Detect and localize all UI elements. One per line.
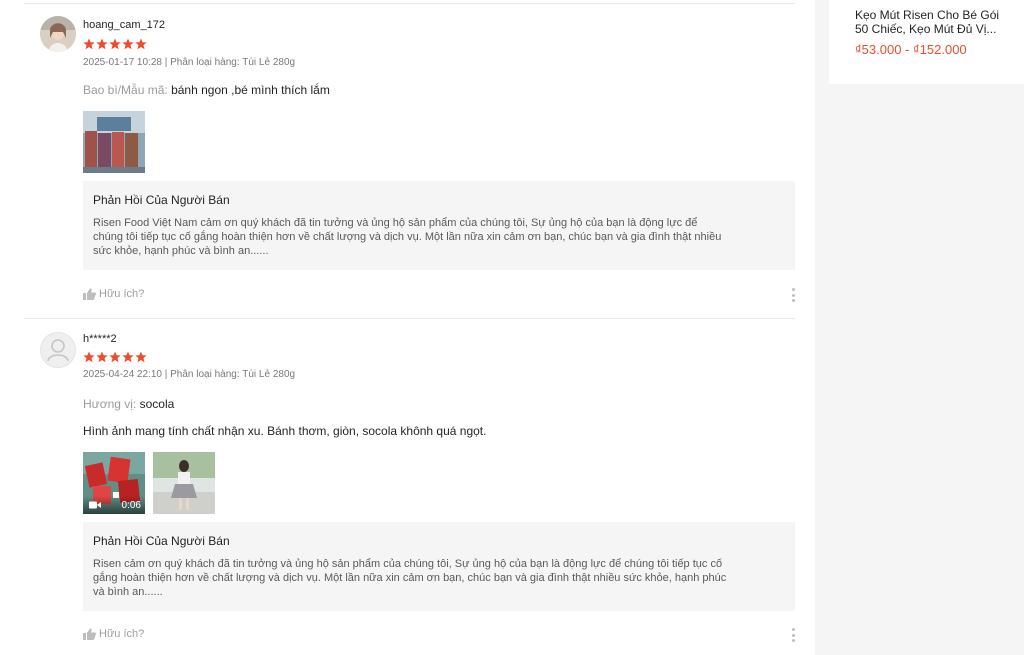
seller-reply-title: Phản Hồi Của Người Bán bbox=[93, 534, 230, 548]
seller-reply-line: chúng tôi tiếp tục cố gắng hoàn thiện hơ… bbox=[93, 231, 722, 243]
star-icon bbox=[109, 38, 121, 50]
dot bbox=[791, 293, 795, 297]
meta-separator: | bbox=[164, 369, 168, 380]
star-icon bbox=[122, 38, 134, 50]
variation-value: Túi Lẻ 280g bbox=[242, 57, 296, 68]
review-username[interactable]: hoang_cam_172 bbox=[83, 19, 165, 31]
more-options-button[interactable] bbox=[790, 288, 796, 302]
product-title-line: Kẹo Mút Risen Cho Bé Gói bbox=[855, 8, 1000, 22]
star-icon bbox=[83, 38, 95, 50]
review-datetime: 2025-04-24 22:10 bbox=[83, 369, 162, 380]
dot bbox=[791, 639, 795, 642]
seller-reply-line: sức khỏe, hạnh phúc và bình an...... bbox=[93, 245, 269, 257]
video-duration: 0:06 bbox=[121, 499, 141, 511]
star-icon bbox=[96, 38, 108, 50]
review-image-thumbnail[interactable] bbox=[83, 111, 145, 173]
helpful-button[interactable]: Hữu ích? bbox=[83, 288, 144, 300]
helpful-button[interactable]: Hữu ích? bbox=[83, 628, 144, 640]
review-meta: 2025-04-24 22:10 | Phân loại hàng: Túi L… bbox=[83, 369, 295, 380]
rating-stars bbox=[83, 351, 147, 363]
review-video-thumbnail[interactable]: 0:06 bbox=[83, 452, 145, 514]
seller-reply: Phản Hồi Của Người Bán Risen Food Việt N… bbox=[83, 181, 795, 270]
seller-reply: Phản Hồi Của Người Bán Risen cảm ơn quý … bbox=[83, 522, 795, 611]
seller-reply-line: Risen cảm ơn quý khách đã tin tưởng và ủ… bbox=[93, 558, 723, 570]
more-vertical-icon bbox=[791, 628, 795, 631]
seller-reply-line: Risen Food Việt Nam cảm ơn quý khách đã … bbox=[93, 217, 698, 229]
variation-value: Túi Lẻ 280g bbox=[242, 369, 296, 380]
review-username[interactable]: h*****2 bbox=[83, 333, 117, 345]
product-title-line: 50 Chiếc, Kẹo Mút Đủ Vị... bbox=[855, 22, 997, 36]
star-icon bbox=[135, 38, 147, 50]
rating-stars bbox=[83, 38, 147, 50]
product-price: ₫53.000 - ₫152.000 bbox=[855, 42, 967, 57]
dot bbox=[791, 299, 795, 302]
seller-reply-text: Risen cảm ơn quý khách đã tin tưởng và ủ… bbox=[93, 557, 783, 599]
review-datetime: 2025-01-17 10:28 bbox=[83, 57, 162, 68]
star-icon bbox=[83, 351, 95, 363]
user-icon bbox=[47, 339, 69, 362]
attribute-key: Hương vị: bbox=[83, 397, 137, 411]
attribute-value: socola bbox=[139, 397, 175, 411]
review-attribute: Bao bì/Mẫu mã: bánh ngon ,bé mình thích … bbox=[83, 83, 330, 97]
review-photo bbox=[153, 452, 215, 514]
review-comment: Hình ảnh mang tính chất nhận xu. Bánh th… bbox=[83, 424, 487, 438]
seller-reply-title: Phản Hồi Của Người Bán bbox=[93, 193, 230, 207]
product-title: Kẹo Mút Risen Cho Bé Gói 50 Chiếc, Kẹo M… bbox=[855, 8, 1015, 36]
seller-reply-text: Risen Food Việt Nam cảm ơn quý khách đã … bbox=[93, 216, 783, 258]
thumbs-up-icon bbox=[83, 288, 96, 300]
product-photo bbox=[83, 111, 145, 173]
star-icon bbox=[122, 351, 134, 363]
more-options-button[interactable] bbox=[790, 628, 796, 642]
review-item: hoang_cam_172 2025-01-17 10:28 | Phân lo… bbox=[24, 0, 795, 318]
review-image-thumbnail[interactable] bbox=[153, 452, 215, 514]
variation-label: Phân loại hàng: bbox=[170, 57, 240, 68]
reviews-panel: hoang_cam_172 2025-01-17 10:28 | Phân lo… bbox=[0, 0, 815, 655]
avatar[interactable] bbox=[40, 332, 76, 368]
helpful-label: Hữu ích? bbox=[99, 288, 145, 300]
seller-reply-line: và bình an...... bbox=[93, 586, 163, 598]
seller-reply-line: gắng hoàn thiện hơn về chất lượng và dịc… bbox=[93, 572, 727, 584]
review-attribute: Hương vị: socola bbox=[83, 397, 174, 411]
helpful-label: Hữu ích? bbox=[99, 628, 145, 640]
review-meta: 2025-01-17 10:28 | Phân loại hàng: Túi L… bbox=[83, 57, 295, 68]
dot bbox=[791, 633, 795, 637]
star-icon bbox=[109, 351, 121, 363]
variation-label: Phân loại hàng: bbox=[170, 369, 240, 380]
attribute-value: bánh ngon ,bé mình thích lắm bbox=[171, 83, 330, 97]
video-badge: 0:06 bbox=[83, 496, 145, 514]
video-camera-icon bbox=[89, 501, 101, 509]
star-icon bbox=[96, 351, 108, 363]
avatar[interactable] bbox=[40, 16, 76, 52]
recommended-product-card[interactable]: Kẹo Mút Risen Cho Bé Gói 50 Chiếc, Kẹo M… bbox=[829, 0, 1024, 84]
more-vertical-icon bbox=[791, 288, 795, 291]
thumbs-up-icon bbox=[83, 628, 96, 640]
avatar-photo bbox=[40, 16, 76, 52]
attribute-key: Bao bì/Mẫu mã: bbox=[83, 83, 168, 97]
star-icon bbox=[135, 351, 147, 363]
review-item: h*****2 2025-04-24 22:10 | Phân loại hàn… bbox=[24, 318, 795, 655]
meta-separator: | bbox=[164, 57, 168, 68]
